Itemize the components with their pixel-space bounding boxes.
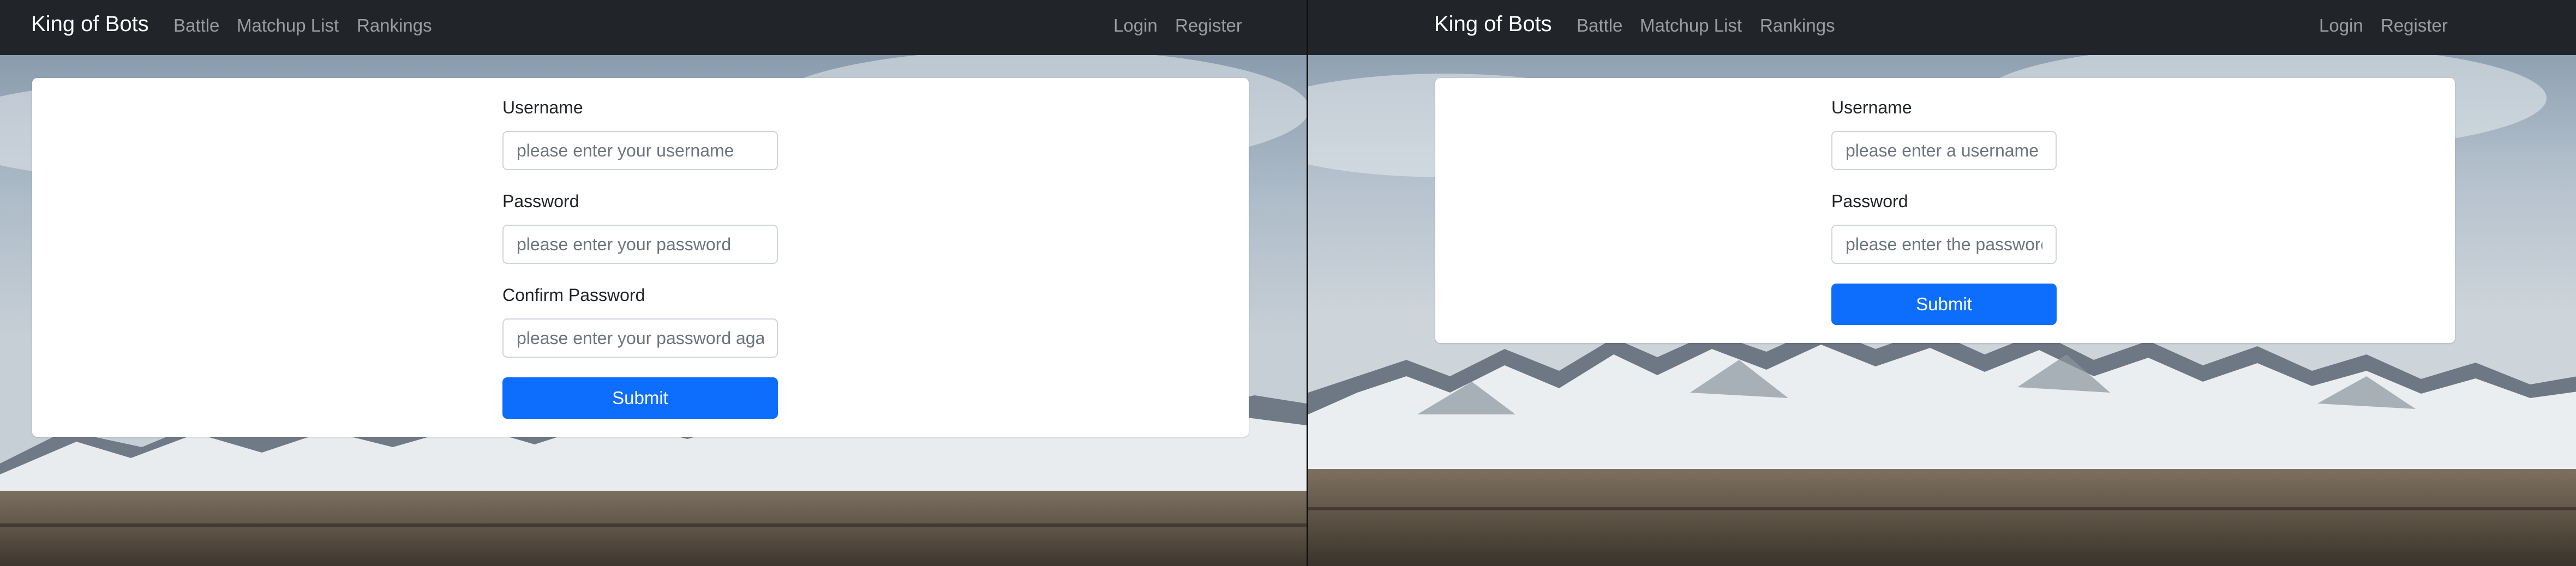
nav-link-login[interactable]: Login bbox=[2319, 15, 2363, 36]
nav-link-matchup-list[interactable]: Matchup List bbox=[1640, 15, 1742, 36]
top-navbar: King of Bots Battle Matchup List Ranking… bbox=[1308, 0, 2576, 55]
submit-button[interactable]: Submit bbox=[502, 377, 778, 419]
brand-logo-link[interactable]: King of Bots bbox=[31, 12, 149, 37]
nav-link-register[interactable]: Register bbox=[1175, 15, 1242, 36]
password-label: Password bbox=[1831, 191, 1908, 211]
confirm-password-input[interactable] bbox=[502, 318, 778, 358]
password-input[interactable] bbox=[502, 225, 778, 264]
nav-link-battle[interactable]: Battle bbox=[173, 15, 219, 36]
username-label: Username bbox=[502, 98, 583, 117]
nav-link-register[interactable]: Register bbox=[2381, 15, 2448, 36]
username-input[interactable] bbox=[502, 131, 778, 170]
username-input[interactable] bbox=[1831, 131, 2057, 170]
brand-logo-link[interactable]: King of Bots bbox=[1434, 12, 1552, 37]
password-label: Password bbox=[502, 191, 579, 211]
login-page-window: King of Bots Battle Matchup List Ranking… bbox=[1307, 0, 2576, 566]
nav-link-matchup-list[interactable]: Matchup List bbox=[237, 15, 339, 36]
top-navbar: King of Bots Battle Matchup List Ranking… bbox=[0, 0, 1307, 55]
register-page-window: King of Bots Battle Matchup List Ranking… bbox=[0, 0, 1307, 566]
register-form-card: Username Password Confirm Password Submi… bbox=[32, 78, 1249, 437]
nav-link-battle[interactable]: Battle bbox=[1577, 15, 1622, 36]
nav-link-rankings[interactable]: Rankings bbox=[357, 15, 432, 36]
submit-button[interactable]: Submit bbox=[1831, 284, 2057, 325]
confirm-password-label: Confirm Password bbox=[502, 285, 645, 305]
nav-link-login[interactable]: Login bbox=[1113, 15, 1158, 36]
login-form-card: Username Password Submit bbox=[1435, 78, 2455, 343]
nav-link-rankings[interactable]: Rankings bbox=[1760, 15, 1835, 36]
screenshot-stage: King of Bots Battle Matchup List Ranking… bbox=[0, 0, 2576, 566]
password-input[interactable] bbox=[1831, 225, 2057, 264]
username-label: Username bbox=[1831, 98, 1912, 117]
